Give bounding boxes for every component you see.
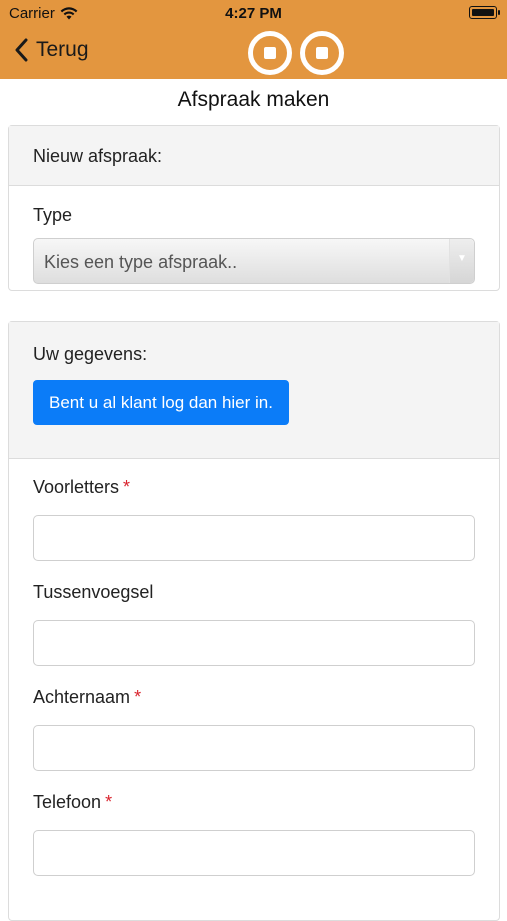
type-select[interactable]: Kies een type afspraak.. ▼ (33, 238, 475, 284)
navigation-bar: Terug (0, 26, 507, 79)
battery-icon (469, 6, 500, 19)
status-time: 4:27 PM (225, 5, 282, 22)
back-label: Terug (36, 38, 89, 61)
initials-field: Voorletters * (33, 477, 475, 561)
phone-input[interactable] (33, 830, 475, 876)
appointment-card-header: Nieuw afspraak: (9, 126, 499, 186)
required-marker: * (134, 687, 142, 707)
status-bar: Carrier 4:27 PM (0, 0, 507, 26)
type-label: Type (33, 205, 73, 225)
required-marker: * (105, 792, 113, 812)
page-title: Afspraak maken (177, 88, 330, 111)
initials-input[interactable] (33, 515, 475, 561)
infix-label: Tussenvoegsel (33, 582, 154, 602)
chevron-left-icon (15, 38, 28, 62)
type-select-value: Kies een type afspraak.. (44, 252, 238, 272)
details-card-title: Uw gegevens: (33, 344, 148, 364)
chevron-down-icon: ▼ (449, 239, 474, 283)
details-card: Uw gegevens: Bent u al klant log dan hie… (8, 321, 500, 921)
initials-label: Voorletters * (33, 477, 131, 497)
infix-field: Tussenvoegsel (33, 582, 475, 666)
phone-label: Telefoon * (33, 792, 113, 812)
logo-icon (248, 31, 344, 75)
login-button[interactable]: Bent u al klant log dan hier in. (33, 380, 289, 425)
back-button[interactable]: Terug (14, 38, 89, 62)
phone-field: Telefoon * (33, 792, 475, 876)
infix-input[interactable] (33, 620, 475, 666)
details-card-header: Uw gegevens: Bent u al klant log dan hie… (9, 322, 499, 459)
required-marker: * (123, 477, 131, 497)
last-name-field: Achternaam * (33, 687, 475, 771)
last-name-label: Achternaam * (33, 687, 142, 707)
appointment-card: Nieuw afspraak: Type Kies een type afspr… (8, 125, 500, 291)
last-name-input[interactable] (33, 725, 475, 771)
